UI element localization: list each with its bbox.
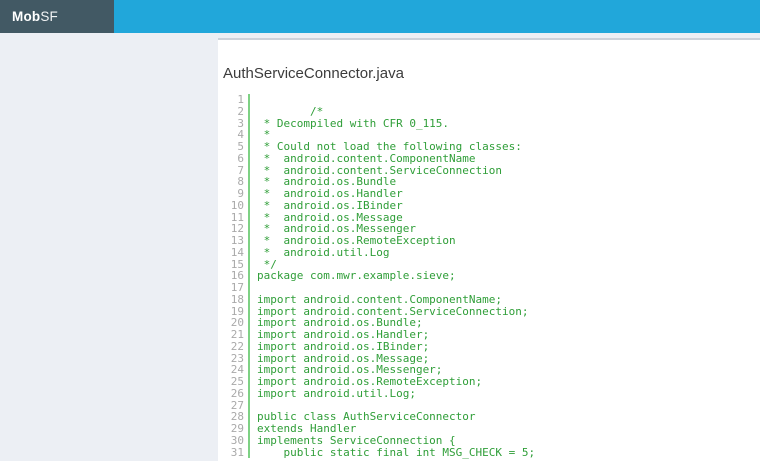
line-content: * android.content.ComponentName (248, 152, 476, 165)
line-content: package com.mwr.example.sieve; (248, 270, 456, 282)
line-number: 1 (237, 93, 244, 106)
sidebar-area (0, 33, 218, 461)
file-title: AuthServiceConnector.java (223, 65, 404, 82)
line-content: * android.os.Handler (248, 188, 403, 200)
code-line: 22 import android.os.IBinder; (223, 339, 750, 353)
line-number: 10 (230, 198, 244, 212)
line-content: extends Handler (248, 423, 356, 435)
code-line: 1 (223, 94, 750, 106)
mobsf-brand-link[interactable]: MobSF (0, 0, 114, 33)
code-line: 31 public static final int MSG_CHECK = 5… (223, 445, 750, 459)
line-number: 18 (230, 292, 244, 306)
line-number: 17 (230, 281, 244, 294)
line-content: import android.util.Log; (248, 387, 416, 400)
code-line: 9 * android.os.Handler (223, 188, 750, 200)
source-viewer-panel: AuthServiceConnector.java 1 2 /* 3 * Dec… (218, 38, 760, 461)
line-content: import android.os.RemoteException; (248, 376, 482, 388)
line-content: * android.os.RemoteException (248, 235, 456, 247)
line-content (248, 399, 257, 412)
line-content: * Could not load the following classes: (248, 141, 522, 153)
line-content: implements ServiceConnection { (248, 434, 456, 447)
code-line: 2 /* (223, 104, 750, 118)
line-number: 21 (230, 328, 244, 341)
code-line: 26 import android.util.Log; (223, 386, 750, 400)
line-content: /* (248, 105, 323, 118)
line-number: 6 (237, 151, 244, 165)
line-content: public static final int MSG_CHECK = 5; (248, 446, 535, 459)
line-number: 22 (230, 339, 244, 353)
line-content: import android.os.IBinder; (248, 340, 429, 353)
line-number: 9 (237, 187, 244, 200)
code-line: 17 (223, 282, 750, 294)
code-line: 18 import android.content.ComponentName; (223, 292, 750, 306)
line-number: 30 (230, 433, 244, 447)
brand-text-bold: Mob (12, 9, 41, 24)
code-line: 3 * Decompiled with CFR 0_115. (223, 117, 750, 130)
line-number: 31 (230, 445, 244, 459)
code-line: 21 import android.os.Handler; (223, 329, 750, 341)
code-line: 16 package com.mwr.example.sieve; (223, 270, 750, 282)
code-line: 25 import android.os.RemoteException; (223, 376, 750, 388)
line-number: 5 (237, 140, 244, 153)
line-content: import android.content.ComponentName; (248, 293, 502, 306)
brand-text-rest: SF (40, 9, 58, 24)
line-content: * Decompiled with CFR 0_115. (248, 117, 449, 130)
code-line: 5 * Could not load the following classes… (223, 141, 750, 153)
code-line: 6 * android.content.ComponentName (223, 151, 750, 165)
code-line: 29 extends Handler (223, 423, 750, 435)
line-number: 26 (230, 386, 244, 400)
line-number: 2 (237, 104, 244, 118)
line-content: * android.os.IBinder (248, 199, 403, 212)
line-content (248, 282, 257, 294)
source-code-block: 1 2 /* 3 * Decompiled with CFR 0_115. 4 … (223, 94, 750, 459)
line-number: 14 (230, 245, 244, 259)
code-line: 14 * android.util.Log (223, 245, 750, 259)
top-navbar: MobSF (0, 0, 760, 33)
line-content: * android.util.Log (248, 246, 389, 259)
line-number: 29 (230, 422, 244, 435)
line-content: import android.os.Handler; (248, 329, 429, 341)
code-line: 13 * android.os.RemoteException (223, 235, 750, 247)
code-line: 30 implements ServiceConnection { (223, 433, 750, 447)
line-number: 13 (230, 234, 244, 247)
code-line: 10 * android.os.IBinder (223, 198, 750, 212)
line-number: 25 (230, 375, 244, 388)
line-content (248, 94, 257, 106)
navbar-accent-bar (114, 0, 760, 33)
